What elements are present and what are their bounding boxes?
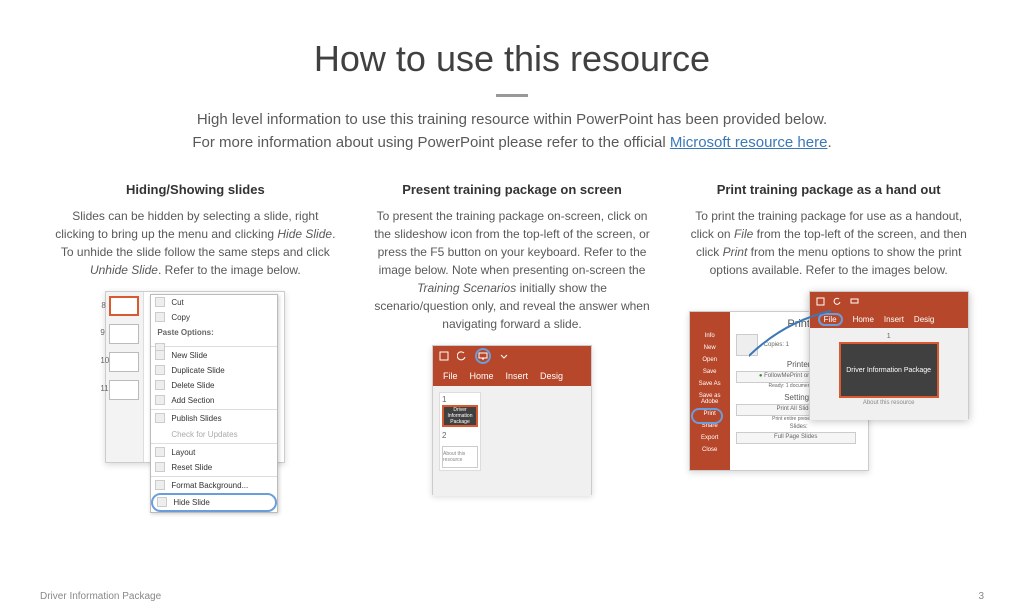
duplicate-icon <box>155 365 165 375</box>
menu-add-section: Add Section <box>151 393 277 408</box>
publish-icon <box>155 413 165 423</box>
footer-left: Driver Information Package <box>40 591 161 602</box>
new-slide-icon <box>155 350 165 360</box>
slide-thumb-2: About this resource <box>442 446 478 468</box>
col1-body: Slides can be hidden by selecting a slid… <box>52 207 339 279</box>
page-number: 3 <box>978 591 984 602</box>
col1-heading: Hiding/Showing slides <box>52 182 339 197</box>
col2-heading: Present training package on screen <box>369 182 656 197</box>
col-present: Present training package on screen To pr… <box>369 182 656 495</box>
col2-body: To present the training package on-scree… <box>369 207 656 333</box>
intro-text: High level information to use this train… <box>152 109 872 154</box>
menu-layout: Layout <box>151 445 277 460</box>
col3-heading: Print training package as a hand out <box>685 182 972 197</box>
col-print: Print training package as a hand out To … <box>685 182 972 495</box>
menu-copy: Copy <box>151 310 277 325</box>
menu-paste-hdr: Paste Options: <box>151 325 277 340</box>
save-icon <box>816 297 825 306</box>
menu-duplicate: Duplicate Slide <box>151 363 277 378</box>
menu-cut: Cut <box>151 295 277 310</box>
page-title: How to use this resource <box>0 38 1024 80</box>
screenshot-present: File Home Insert Desig 1 Driver Informat… <box>432 345 592 495</box>
layout-icon <box>155 447 165 457</box>
context-menu: Cut Copy Paste Options: New Slide Duplic… <box>150 294 278 513</box>
slide-thumb-1: Driver Information Package <box>442 405 478 427</box>
copy-icon <box>155 312 165 322</box>
ms-resource-link[interactable]: Microsoft resource here <box>670 134 828 151</box>
menu-reset: Reset Slide <box>151 460 277 475</box>
print-icon <box>736 334 758 356</box>
quick-access-toolbar <box>433 346 591 366</box>
menu-delete: Delete Slide <box>151 378 277 393</box>
backstage-print: Print <box>690 408 730 420</box>
tab-insert: Insert <box>506 371 529 381</box>
overlay-thumb: Driver Information Package <box>839 342 939 398</box>
ribbon-tabs: File Home Insert Desig <box>433 366 591 386</box>
columns: Hiding/Showing slides Slides can be hidd… <box>52 182 972 495</box>
tab-file: File <box>443 371 458 381</box>
delete-icon <box>155 380 165 390</box>
menu-new-slide: New Slide <box>151 348 277 363</box>
col-hide-slides: Hiding/Showing slides Slides can be hidd… <box>52 182 339 495</box>
menu-check: Check for Updates <box>151 427 277 442</box>
menu-format-bg: Format Background... <box>151 478 277 493</box>
hide-icon <box>157 497 167 507</box>
screenshot-print-group: Info New Open Save Save As Save as Adobe… <box>689 291 969 473</box>
cut-icon <box>155 297 165 307</box>
qat-2 <box>810 292 968 310</box>
tab-home: Home <box>470 371 494 381</box>
col3-body: To print the training package for use as… <box>685 207 972 279</box>
undo-icon <box>457 351 467 361</box>
format-icon <box>155 480 165 490</box>
screenshot-hide-slide: 8 9 10 11 Cut Copy Paste Options: New Sl… <box>105 291 285 463</box>
save-icon <box>439 351 449 361</box>
footer: Driver Information Package 3 <box>40 591 984 602</box>
backstage-sidebar: Info New Open Save Save As Save as Adobe… <box>690 312 730 470</box>
tab-file-circled: File <box>818 313 843 326</box>
title-divider <box>496 94 528 97</box>
undo-icon <box>833 297 842 306</box>
tab-design: Desig <box>540 371 563 381</box>
section-icon <box>155 395 165 405</box>
screenshot-file-tab: File Home Insert Desig 1 Driver Informat… <box>809 291 969 419</box>
more-icon <box>499 351 509 361</box>
slideshow-icon <box>478 351 488 361</box>
reset-icon <box>155 462 165 472</box>
menu-publish: Publish Slides <box>151 411 277 426</box>
menu-hide-slide: Hide Slide <box>151 493 277 512</box>
slideshow-icon <box>850 297 859 306</box>
slideshow-icon-circled <box>475 348 491 364</box>
